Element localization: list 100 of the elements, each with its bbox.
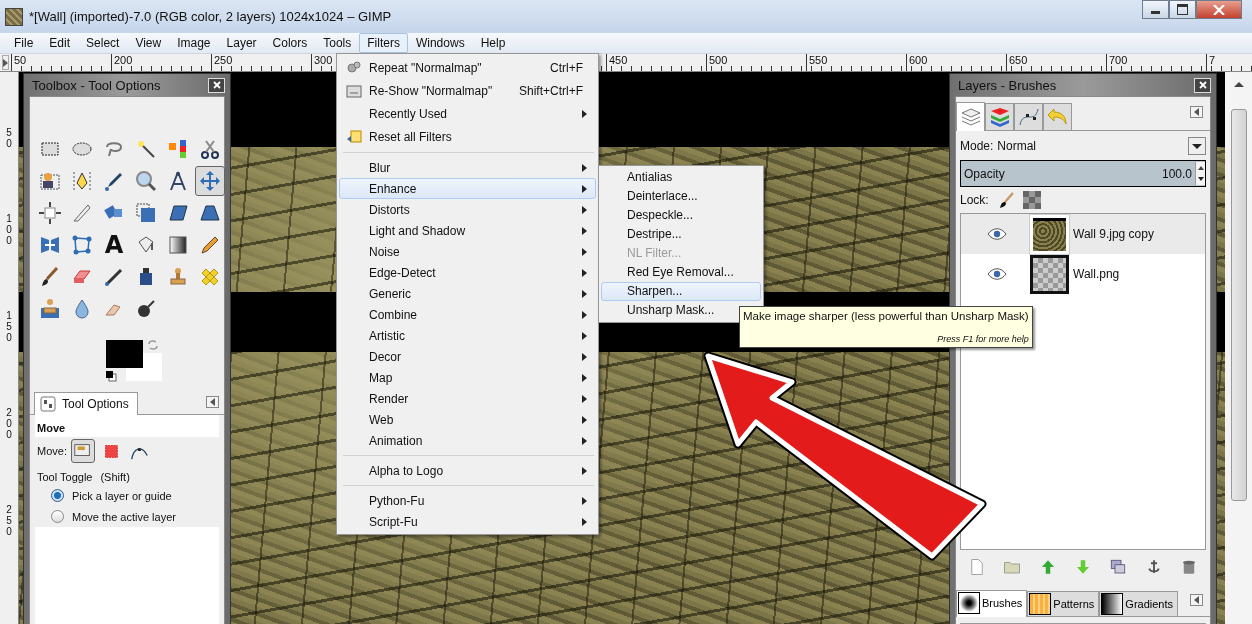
menu-item[interactable]: View	[127, 33, 170, 53]
ruler-label: 50	[5, 127, 13, 149]
menu-item[interactable]: Python-Fu	[339, 490, 596, 511]
ruler-label: 7	[1206, 54, 1252, 71]
menu-item[interactable]: Select	[78, 33, 128, 53]
ruler-label: 50	[11, 54, 111, 71]
menu-item[interactable]: Re-Show "Normalmap" Shift+Ctrl+F	[339, 79, 596, 102]
magnifier-icon	[134, 169, 158, 193]
menu-item[interactable]: Tools	[315, 33, 360, 53]
menu-item[interactable]: Artistic	[339, 325, 596, 346]
menu-item[interactable]: Layer	[218, 33, 265, 53]
channels-tab[interactable]	[985, 103, 1014, 130]
menu-item[interactable]: Deinterlace...	[601, 187, 761, 206]
tab-menu-button[interactable]	[1190, 106, 1203, 118]
dropdown-button[interactable]	[1188, 137, 1206, 155]
menu-item[interactable]: Sharpen...	[601, 282, 761, 301]
layer-name: Wall.png	[1073, 267, 1120, 281]
window-title: *[Wall] (imported)-7.0 (RGB color, 2 layers) 1024x1024 – GIMP	[29, 9, 393, 24]
scrollbar-thumb[interactable]	[1230, 109, 1247, 501]
layer-mode-button[interactable]	[70, 439, 95, 463]
menu-item[interactable]: Script-Fu	[339, 511, 596, 532]
shortcut-hint: (Shift)	[100, 471, 130, 483]
tool-button[interactable]: A	[99, 230, 129, 260]
ruler-corner-button[interactable]	[2, 55, 9, 70]
menu-item[interactable]: File	[6, 33, 42, 53]
ruler-label: 200	[5, 407, 13, 440]
radio-button[interactable]	[51, 489, 64, 502]
dock-tab[interactable]: Brushes	[956, 590, 1028, 617]
cage-icon	[70, 233, 94, 257]
menu-item[interactable]: Map	[339, 367, 596, 388]
menu-item[interactable]: Reset all Filters	[339, 125, 596, 148]
menu-item[interactable]: Edge-Detect	[339, 262, 596, 283]
menu-item[interactable]: Render	[339, 388, 596, 409]
tooltip-text: Make image sharper (less powerful than Unsharp Mask)	[743, 310, 1029, 322]
dock-tab[interactable]: Patterns	[1027, 591, 1100, 616]
radio-button[interactable]	[51, 510, 64, 523]
ruler-label: 700	[1106, 54, 1206, 71]
menu-item[interactable]: Despeckle...	[601, 206, 761, 225]
layer-name: Wall 9.jpg copy	[1073, 227, 1154, 241]
menu-item[interactable]: Light and Shadow	[339, 220, 596, 241]
menu-item[interactable]: Antialias	[601, 168, 761, 187]
menu-item[interactable]: Combine	[339, 304, 596, 325]
close-button[interactable]	[1196, 0, 1242, 19]
ruler-label: 250	[211, 54, 311, 71]
menu-item[interactable]: Web	[339, 409, 596, 430]
menu-item[interactable]: Alpha to Logo	[339, 460, 596, 481]
menu-item[interactable]: Recently Used	[339, 102, 596, 125]
layer-row[interactable]: Wall.png	[961, 254, 1205, 294]
menu-item[interactable]: Edit	[41, 33, 79, 53]
path-nodes-tab[interactable]	[1014, 103, 1043, 130]
eye-icon[interactable]	[987, 228, 1007, 240]
menu-item[interactable]: Animation	[339, 430, 596, 451]
tool-name: Move	[36, 421, 67, 436]
menu-item[interactable]: Blur	[339, 157, 596, 178]
default-colors-icon[interactable]	[105, 370, 117, 382]
ruler-label: 650	[1006, 54, 1106, 71]
menu-item[interactable]: Generic	[339, 283, 596, 304]
pattern-preview-icon	[1029, 593, 1052, 615]
move-label: Move:	[37, 445, 67, 457]
dock-tab[interactable]: Gradients	[1099, 591, 1179, 616]
gradient-icon	[166, 233, 190, 257]
ruler-label: 500	[706, 54, 806, 71]
opacity-value: 100.0	[1161, 166, 1192, 181]
mode-value[interactable]: Normal	[997, 139, 1184, 153]
eye-icon[interactable]	[987, 268, 1007, 280]
checkerboard-icon[interactable]	[1022, 191, 1041, 209]
tool-options-tab[interactable]: Tool Options	[34, 392, 138, 415]
gradient-preview-icon	[1101, 593, 1124, 615]
menu-item[interactable]: Windows	[407, 33, 473, 53]
opacity-slider[interactable]: Opacity 100.0	[960, 160, 1206, 187]
menu-item[interactable]: Image	[169, 33, 219, 53]
menu-item[interactable]: Filters	[359, 33, 408, 53]
tool-toggle-label: Tool Toggle	[37, 471, 93, 483]
ruler-label: 150	[5, 310, 13, 343]
dock-title: Layers - Brushes	[958, 77, 1057, 93]
vertical-scrollbar[interactable]	[1225, 72, 1252, 624]
layers-stack-tab[interactable]	[956, 102, 985, 131]
mode-label: Mode:	[960, 139, 994, 153]
tab-menu-button[interactable]	[206, 396, 219, 408]
duplicate-icon[interactable]	[1109, 558, 1128, 576]
menu-item[interactable]: Help	[472, 33, 514, 53]
layer-row[interactable]: Wall 9.jpg copy	[961, 214, 1205, 254]
menu-item[interactable]: Red Eye Removal...	[601, 263, 761, 282]
close-icon	[1213, 4, 1225, 15]
menu-item[interactable]: Colors	[264, 33, 316, 53]
menu-item[interactable]: Noise	[339, 241, 596, 262]
opacity-label: Opacity	[964, 166, 1006, 181]
spin-arrows[interactable]	[1195, 162, 1205, 185]
foreground-color-swatch[interactable]	[106, 340, 143, 368]
menu-item[interactable]: Destripe...	[601, 225, 761, 244]
maximize-button[interactable]	[1169, 0, 1196, 19]
dock-title: Toolbox - Tool Options	[32, 77, 161, 93]
menu-item[interactable]: Distorts	[339, 199, 596, 220]
menu-item[interactable]: Decor	[339, 346, 596, 367]
ruler-label: 600	[906, 54, 1006, 71]
brush-preview-icon	[958, 592, 980, 614]
minimize-button[interactable]	[1142, 0, 1169, 19]
close-icon	[212, 81, 221, 89]
menu-item[interactable]: Enhance	[339, 178, 596, 199]
tab-menu-button[interactable]	[1190, 594, 1203, 606]
